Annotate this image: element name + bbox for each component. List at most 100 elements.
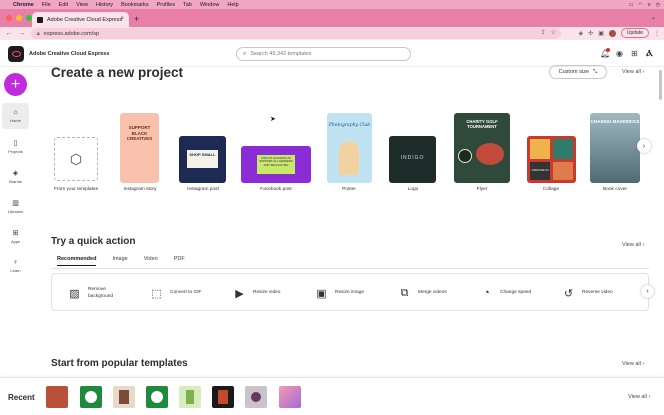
rail-item-apps[interactable]: ⊞ Apps bbox=[2, 223, 29, 249]
tab-recommended[interactable]: Recommended bbox=[57, 256, 97, 266]
recent-item[interactable] bbox=[245, 386, 267, 408]
poster-thumb[interactable]: Photography Club bbox=[327, 113, 372, 183]
resize-icon: ⤡ bbox=[592, 68, 598, 75]
menu-help[interactable]: Help bbox=[227, 2, 238, 8]
kebab-menu-icon[interactable]: ⋮ bbox=[654, 30, 660, 37]
menu-window[interactable]: Window bbox=[200, 2, 220, 8]
notifications-bell-icon[interactable]: 🔔︎ bbox=[600, 48, 610, 58]
update-button[interactable]: Update bbox=[620, 28, 649, 38]
profile-avatar[interactable] bbox=[608, 29, 616, 37]
menu-edit[interactable]: Edit bbox=[59, 2, 68, 8]
recent-item[interactable] bbox=[80, 386, 102, 408]
menu-chrome[interactable]: Chrome bbox=[13, 2, 34, 8]
menu-history[interactable]: History bbox=[96, 2, 113, 8]
facebook-post-thumb[interactable]: KIDS AT JACKSON HS SUPPORT ALL GENDERS A… bbox=[241, 146, 311, 183]
quick-action-merge-videos[interactable]: ⧉ Merge videos bbox=[397, 274, 447, 312]
menu-profiles[interactable]: Profiles bbox=[157, 2, 175, 8]
tab-video[interactable]: Video bbox=[144, 256, 158, 266]
address-bar[interactable]: 🔒︎ express.adobe.com/sp ⇪ ☆ bbox=[31, 28, 561, 39]
logo-thumb[interactable]: INDIGO bbox=[389, 136, 436, 183]
tab-pdf[interactable]: PDF bbox=[174, 256, 185, 266]
quick-action-convert-gif[interactable]: ⬚ Convert to GIF bbox=[149, 274, 201, 312]
poster-illustration bbox=[339, 141, 359, 175]
collage-tile bbox=[553, 139, 573, 159]
tab-search-icon[interactable]: ⌄ bbox=[651, 14, 656, 21]
menu-file[interactable]: File bbox=[42, 2, 51, 8]
instagram-story-thumb[interactable]: SUPPORT BLACK CREATIVES bbox=[120, 113, 159, 183]
instagram-post-thumb[interactable]: SHOP SMALL bbox=[179, 136, 226, 183]
collage-thumb[interactable]: GROOVE IN bbox=[527, 136, 576, 183]
quick-action-resize-video[interactable]: ▶ Resize video bbox=[232, 274, 280, 312]
rail-item-learn[interactable]: ♀ Learn bbox=[2, 253, 29, 279]
close-window-button[interactable] bbox=[6, 15, 12, 21]
collage-tile bbox=[553, 162, 573, 180]
control-center-icon[interactable]: ≡ bbox=[648, 2, 651, 8]
popular-view-all-link[interactable]: View all › bbox=[622, 361, 644, 367]
quick-action-reverse-video[interactable]: ↺ Reverse video bbox=[561, 274, 613, 312]
libraries-icon: ▥ bbox=[12, 199, 19, 207]
recent-item[interactable] bbox=[146, 386, 168, 408]
remove-background-icon: ▨ bbox=[69, 287, 80, 300]
custom-size-button[interactable]: Custom size ⤡ bbox=[549, 65, 607, 79]
menu-tab[interactable]: Tab bbox=[183, 2, 192, 8]
tab-image[interactable]: Image bbox=[112, 256, 127, 266]
quick-action-label: Reverse video bbox=[582, 290, 613, 296]
quick-action-change-speed[interactable]: ◔ Change speed bbox=[479, 274, 531, 312]
quick-actions-next-icon[interactable]: › bbox=[641, 285, 654, 298]
quick-action-remove-background[interactable]: ▨ Remove background bbox=[67, 274, 132, 312]
forward-icon[interactable]: → bbox=[18, 30, 26, 37]
quick-action-resize-image[interactable]: ▣ Resize image bbox=[314, 274, 364, 312]
menu-bookmarks[interactable]: Bookmarks bbox=[121, 2, 149, 8]
recent-item[interactable] bbox=[179, 386, 201, 408]
convert-gif-icon: ⬚ bbox=[151, 287, 162, 300]
tab-close-icon[interactable]: × bbox=[120, 16, 124, 22]
resize-video-icon: ▶ bbox=[235, 287, 244, 300]
lock-icon[interactable]: 🔒︎ bbox=[37, 31, 40, 37]
new-tab-icon[interactable]: + bbox=[134, 14, 139, 24]
quick-view-all-link[interactable]: View all › bbox=[622, 242, 644, 248]
recent-item[interactable] bbox=[279, 386, 301, 408]
extension-icon[interactable]: ◈ bbox=[579, 30, 584, 37]
rail-label: Libraries bbox=[7, 208, 24, 214]
template-search-input[interactable]: ⌕ Search 49,342 templates bbox=[236, 47, 411, 61]
sidebar-icon[interactable]: ▣ bbox=[598, 30, 604, 37]
back-icon[interactable]: ← bbox=[5, 30, 13, 37]
menu-view[interactable]: View bbox=[76, 2, 88, 8]
search-placeholder: Search 49,342 templates bbox=[250, 51, 312, 57]
rail-item-libraries[interactable]: ▥ Libraries bbox=[2, 193, 29, 219]
rail-item-home[interactable]: ⌂ Home bbox=[2, 103, 29, 129]
minimize-window-button[interactable] bbox=[16, 15, 22, 21]
tab-title: Adobe Creative Cloud Express bbox=[47, 16, 123, 23]
macos-menubar: Chrome File Edit View History Bookmarks … bbox=[0, 0, 664, 9]
page-scrollbar[interactable] bbox=[659, 70, 662, 100]
adobe-logo-icon[interactable]: Ⲁ bbox=[645, 48, 654, 59]
clock-icon[interactable]: ◷ bbox=[656, 2, 660, 8]
flyer-thumb[interactable]: CHARITY GOLF TOURNAMENT bbox=[454, 113, 510, 183]
apps-grid-icon[interactable]: ⊞ bbox=[630, 49, 639, 58]
recent-item[interactable] bbox=[212, 386, 234, 408]
create-view-all-link[interactable]: View all › bbox=[622, 69, 644, 75]
carousel-next-icon[interactable]: › bbox=[637, 139, 651, 153]
recent-item[interactable] bbox=[113, 386, 135, 408]
bookmark-star-icon[interactable]: ☆ bbox=[551, 29, 556, 36]
wifi-icon[interactable]: ◠ bbox=[638, 2, 642, 8]
rail-item-projects[interactable]: ▯ Projects bbox=[2, 133, 29, 159]
create-plus-button[interactable]: + bbox=[4, 73, 27, 96]
book-cover-thumb[interactable]: CHASING MAVERICKS bbox=[590, 113, 640, 183]
recent-view-all-link[interactable]: View all › bbox=[628, 394, 650, 400]
extensions-puzzle-icon[interactable]: ✣ bbox=[588, 30, 593, 37]
browser-tab[interactable]: Adobe Creative Cloud Express × bbox=[32, 12, 129, 27]
view-all-label: View all bbox=[622, 69, 641, 75]
change-speed-icon: ◔ bbox=[483, 287, 490, 299]
poster-thumb-text: Photography Club bbox=[328, 123, 371, 128]
share-icon[interactable]: ⇪ bbox=[541, 29, 546, 36]
battery-icon[interactable]: ▭ bbox=[629, 2, 634, 8]
rail-item-brands[interactable]: ◈ Brands bbox=[2, 163, 29, 189]
app-logo[interactable] bbox=[8, 46, 24, 62]
left-rail: + ⌂ Home ▯ Projects ◈ Brands ▥ Libraries… bbox=[0, 67, 31, 377]
quick-action-title: Try a quick action bbox=[51, 236, 136, 247]
recent-item[interactable] bbox=[46, 386, 68, 408]
template-upload-thumb[interactable]: ⬡ bbox=[54, 137, 98, 181]
browser-tabstrip: Adobe Creative Cloud Express × + ⌄ bbox=[0, 9, 664, 27]
account-avatar[interactable]: ◉ bbox=[615, 49, 624, 58]
